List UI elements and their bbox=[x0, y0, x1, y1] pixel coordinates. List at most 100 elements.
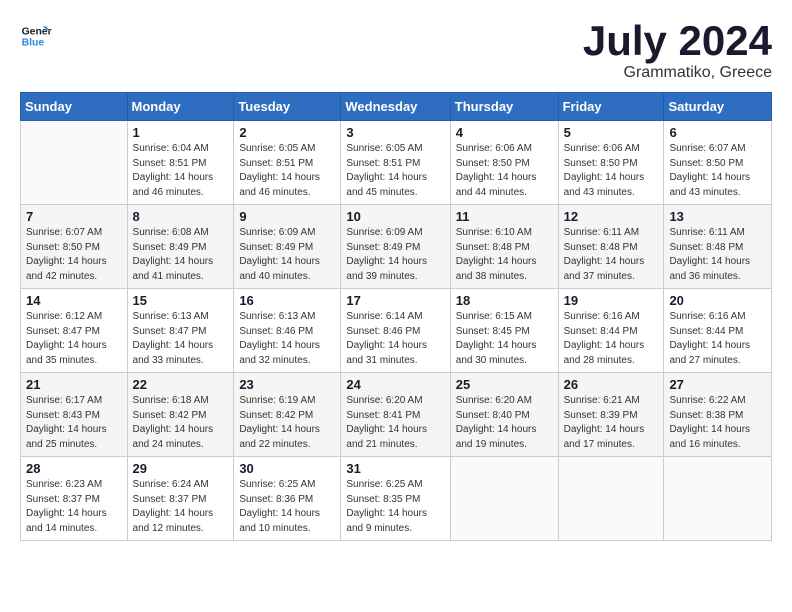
day-info: Sunrise: 6:08 AM Sunset: 8:49 PM Dayligh… bbox=[133, 226, 229, 284]
day-info: Sunrise: 6:13 AM Sunset: 8:46 PM Dayligh… bbox=[239, 310, 335, 368]
day-number: 6 bbox=[669, 125, 766, 140]
day-info: Sunrise: 6:06 AM Sunset: 8:50 PM Dayligh… bbox=[456, 142, 553, 200]
calendar-cell: 3 Sunrise: 6:05 AM Sunset: 8:51 PM Daylig… bbox=[341, 121, 450, 205]
day-info: Sunrise: 6:22 AM Sunset: 8:38 PM Dayligh… bbox=[669, 394, 766, 452]
day-number: 4 bbox=[456, 125, 553, 140]
day-number: 29 bbox=[133, 461, 229, 476]
calendar-cell bbox=[558, 457, 664, 541]
calendar-cell: 24 Sunrise: 6:20 AM Sunset: 8:41 PM Dayli… bbox=[341, 373, 450, 457]
day-info: Sunrise: 6:15 AM Sunset: 8:45 PM Dayligh… bbox=[456, 310, 553, 368]
day-number: 14 bbox=[26, 293, 122, 308]
day-info: Sunrise: 6:21 AM Sunset: 8:39 PM Dayligh… bbox=[564, 394, 659, 452]
calendar-cell: 20Sunrise: 6:16 AM Sunset: 8:44 PM Dayli… bbox=[664, 289, 772, 373]
calendar-cell: 9 Sunrise: 6:09 AM Sunset: 8:49 PM Daylig… bbox=[234, 205, 341, 289]
day-number: 9 bbox=[239, 209, 335, 224]
svg-text:Blue: Blue bbox=[22, 38, 45, 49]
day-info: Sunrise: 6:16 AM Sunset: 8:44 PM Dayligh… bbox=[669, 310, 766, 368]
calendar-cell: 7Sunrise: 6:07 AM Sunset: 8:50 PM Daylig… bbox=[21, 205, 128, 289]
day-number: 25 bbox=[456, 377, 553, 392]
calendar-cell: 30Sunrise: 6:25 AM Sunset: 8:36 PM Dayli… bbox=[234, 457, 341, 541]
day-number: 31 bbox=[346, 461, 444, 476]
day-number: 28 bbox=[26, 461, 122, 476]
header-day: Thursday bbox=[450, 93, 558, 121]
day-number: 11 bbox=[456, 209, 553, 224]
day-info: Sunrise: 6:20 AM Sunset: 8:41 PM Dayligh… bbox=[346, 394, 444, 452]
header-day: Friday bbox=[558, 93, 664, 121]
calendar-cell: 22 Sunrise: 6:18 AM Sunset: 8:42 PM Dayli… bbox=[127, 373, 234, 457]
calendar-cell: 16 Sunrise: 6:13 AM Sunset: 8:46 PM Dayli… bbox=[234, 289, 341, 373]
day-number: 16 bbox=[239, 293, 335, 308]
calendar-cell bbox=[450, 457, 558, 541]
page-header: General Blue July 2024 Grammatiko, Greec… bbox=[20, 20, 772, 82]
day-number: 3 bbox=[346, 125, 444, 140]
calendar-cell: 13Sunrise: 6:11 AM Sunset: 8:48 PM Dayli… bbox=[664, 205, 772, 289]
day-info: Sunrise: 6:05 AM Sunset: 8:51 PM Dayligh… bbox=[346, 142, 444, 200]
header-day: Tuesday bbox=[234, 93, 341, 121]
calendar-cell: 10 Sunrise: 6:09 AM Sunset: 8:49 PM Dayli… bbox=[341, 205, 450, 289]
day-number: 18 bbox=[456, 293, 553, 308]
day-info: Sunrise: 6:09 AM Sunset: 8:49 PM Dayligh… bbox=[239, 226, 335, 284]
calendar-cell: 6Sunrise: 6:07 AM Sunset: 8:50 PM Daylig… bbox=[664, 121, 772, 205]
calendar-cell bbox=[664, 457, 772, 541]
calendar-cell: 12 Sunrise: 6:11 AM Sunset: 8:48 PM Dayli… bbox=[558, 205, 664, 289]
day-info: Sunrise: 6:09 AM Sunset: 8:49 PM Dayligh… bbox=[346, 226, 444, 284]
day-info: Sunrise: 6:04 AM Sunset: 8:51 PM Dayligh… bbox=[133, 142, 229, 200]
calendar-cell: 29Sunrise: 6:24 AM Sunset: 8:37 PM Dayli… bbox=[127, 457, 234, 541]
day-number: 5 bbox=[564, 125, 659, 140]
day-info: Sunrise: 6:12 AM Sunset: 8:47 PM Dayligh… bbox=[26, 310, 122, 368]
day-number: 7 bbox=[26, 209, 122, 224]
day-number: 1 bbox=[133, 125, 229, 140]
calendar-cell bbox=[21, 121, 128, 205]
day-info: Sunrise: 6:18 AM Sunset: 8:42 PM Dayligh… bbox=[133, 394, 229, 452]
day-info: Sunrise: 6:05 AM Sunset: 8:51 PM Dayligh… bbox=[239, 142, 335, 200]
calendar-week-row: 21 Sunrise: 6:17 AM Sunset: 8:43 PM Dayli… bbox=[21, 373, 772, 457]
day-info: Sunrise: 6:06 AM Sunset: 8:50 PM Dayligh… bbox=[564, 142, 659, 200]
logo: General Blue bbox=[20, 20, 52, 52]
calendar-cell: 17Sunrise: 6:14 AM Sunset: 8:46 PM Dayli… bbox=[341, 289, 450, 373]
day-info: Sunrise: 6:14 AM Sunset: 8:46 PM Dayligh… bbox=[346, 310, 444, 368]
day-number: 21 bbox=[26, 377, 122, 392]
day-number: 8 bbox=[133, 209, 229, 224]
day-info: Sunrise: 6:19 AM Sunset: 8:42 PM Dayligh… bbox=[239, 394, 335, 452]
calendar-cell: 14 Sunrise: 6:12 AM Sunset: 8:47 PM Dayli… bbox=[21, 289, 128, 373]
day-info: Sunrise: 6:20 AM Sunset: 8:40 PM Dayligh… bbox=[456, 394, 553, 452]
calendar-cell: 26 Sunrise: 6:21 AM Sunset: 8:39 PM Dayli… bbox=[558, 373, 664, 457]
calendar-cell: 31 Sunrise: 6:25 AM Sunset: 8:35 PM Dayli… bbox=[341, 457, 450, 541]
calendar-cell: 2 Sunrise: 6:05 AM Sunset: 8:51 PM Daylig… bbox=[234, 121, 341, 205]
day-number: 27 bbox=[669, 377, 766, 392]
day-info: Sunrise: 6:25 AM Sunset: 8:36 PM Dayligh… bbox=[239, 478, 335, 536]
day-number: 2 bbox=[239, 125, 335, 140]
calendar-cell: 25 Sunrise: 6:20 AM Sunset: 8:40 PM Dayli… bbox=[450, 373, 558, 457]
day-info: Sunrise: 6:11 AM Sunset: 8:48 PM Dayligh… bbox=[564, 226, 659, 284]
day-info: Sunrise: 6:11 AM Sunset: 8:48 PM Dayligh… bbox=[669, 226, 766, 284]
calendar-table: SundayMondayTuesdayWednesdayThursdayFrid… bbox=[20, 92, 772, 541]
day-number: 23 bbox=[239, 377, 335, 392]
day-number: 24 bbox=[346, 377, 444, 392]
day-info: Sunrise: 6:17 AM Sunset: 8:43 PM Dayligh… bbox=[26, 394, 122, 452]
day-info: Sunrise: 6:10 AM Sunset: 8:48 PM Dayligh… bbox=[456, 226, 553, 284]
day-info: Sunrise: 6:23 AM Sunset: 8:37 PM Dayligh… bbox=[26, 478, 122, 536]
day-number: 15 bbox=[133, 293, 229, 308]
day-number: 26 bbox=[564, 377, 659, 392]
calendar-cell: 1 Sunrise: 6:04 AM Sunset: 8:51 PM Daylig… bbox=[127, 121, 234, 205]
day-number: 22 bbox=[133, 377, 229, 392]
calendar-week-row: 7Sunrise: 6:07 AM Sunset: 8:50 PM Daylig… bbox=[21, 205, 772, 289]
calendar-week-row: 14 Sunrise: 6:12 AM Sunset: 8:47 PM Dayli… bbox=[21, 289, 772, 373]
month-title: July 2024 bbox=[583, 20, 772, 62]
day-number: 10 bbox=[346, 209, 444, 224]
calendar-cell: 28 Sunrise: 6:23 AM Sunset: 8:37 PM Dayli… bbox=[21, 457, 128, 541]
header-day: Saturday bbox=[664, 93, 772, 121]
calendar-week-row: 1 Sunrise: 6:04 AM Sunset: 8:51 PM Daylig… bbox=[21, 121, 772, 205]
calendar-cell: 18 Sunrise: 6:15 AM Sunset: 8:45 PM Dayli… bbox=[450, 289, 558, 373]
calendar-cell: 15Sunrise: 6:13 AM Sunset: 8:47 PM Dayli… bbox=[127, 289, 234, 373]
day-number: 12 bbox=[564, 209, 659, 224]
day-number: 19 bbox=[564, 293, 659, 308]
header-day: Monday bbox=[127, 93, 234, 121]
calendar-cell: 8 Sunrise: 6:08 AM Sunset: 8:49 PM Daylig… bbox=[127, 205, 234, 289]
day-info: Sunrise: 6:25 AM Sunset: 8:35 PM Dayligh… bbox=[346, 478, 444, 536]
logo-icon: General Blue bbox=[20, 20, 52, 52]
calendar-cell: 19 Sunrise: 6:16 AM Sunset: 8:44 PM Dayli… bbox=[558, 289, 664, 373]
day-info: Sunrise: 6:16 AM Sunset: 8:44 PM Dayligh… bbox=[564, 310, 659, 368]
calendar-cell: 11 Sunrise: 6:10 AM Sunset: 8:48 PM Dayli… bbox=[450, 205, 558, 289]
location: Grammatiko, Greece bbox=[583, 64, 772, 82]
